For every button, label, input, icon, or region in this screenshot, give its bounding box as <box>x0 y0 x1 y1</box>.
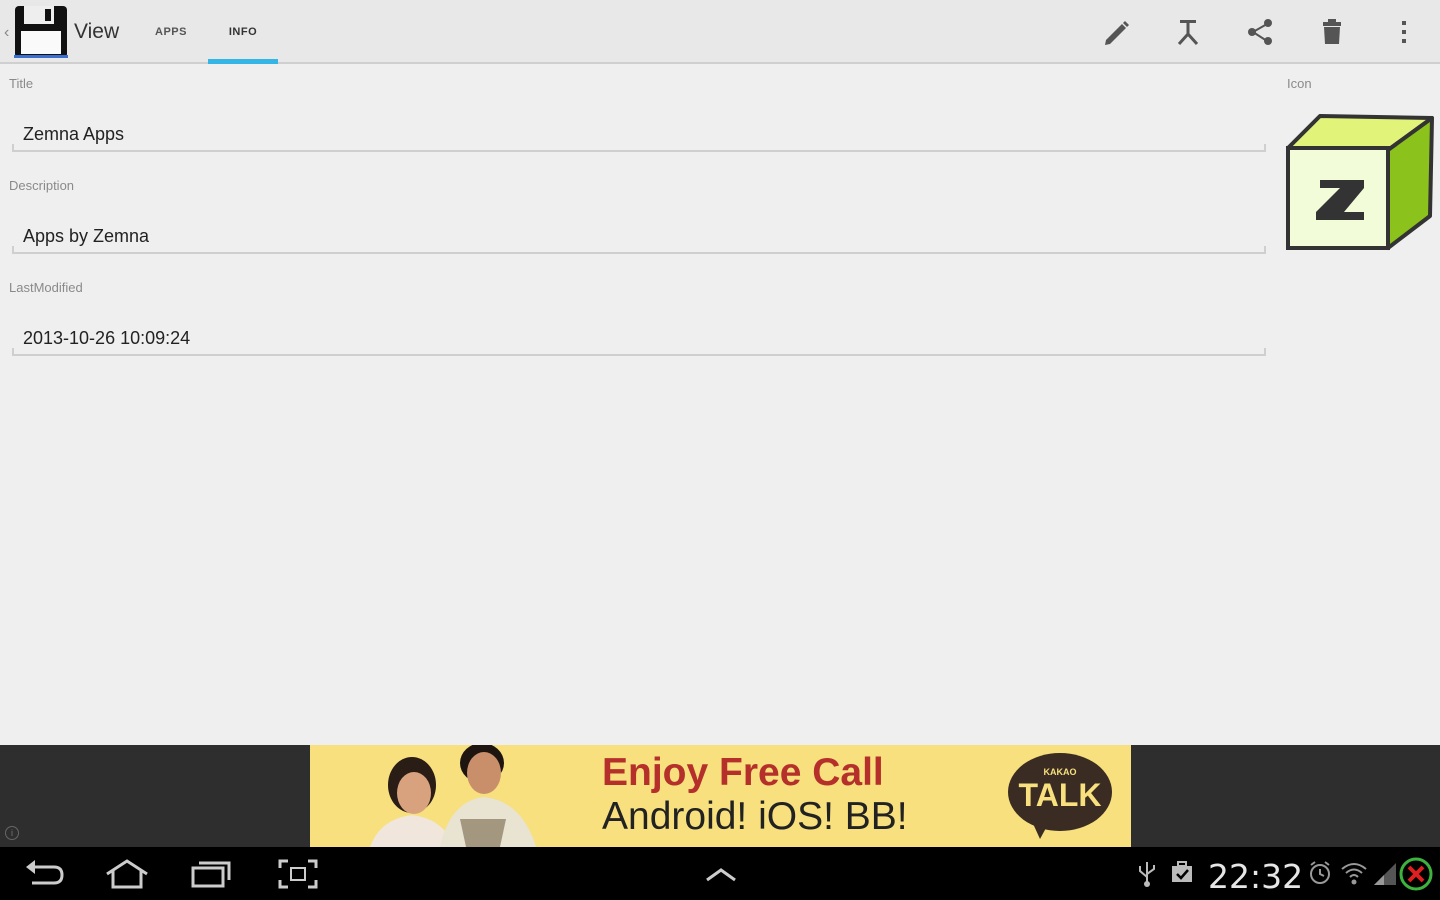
usb-icon <box>1139 862 1155 887</box>
overflow-menu-button[interactable] <box>1386 14 1422 50</box>
share-icon <box>1248 19 1272 45</box>
status-clock: 22:32 <box>1208 857 1304 896</box>
screen-title: View <box>74 20 120 43</box>
no-sim-icon <box>1399 857 1433 891</box>
description-field[interactable]: Apps by Zemna <box>12 214 1266 254</box>
share-button[interactable] <box>1242 14 1278 50</box>
pin-icon <box>1177 20 1199 46</box>
screenshot-icon <box>278 859 318 889</box>
tab-apps[interactable]: APPS <box>140 0 202 64</box>
description-label: Description <box>9 178 75 193</box>
overflow-icon <box>1402 21 1406 43</box>
recent-apps-icon <box>191 861 231 888</box>
system-bar: 22:32 <box>0 847 1440 900</box>
pin-button[interactable] <box>1170 14 1206 50</box>
last-modified-label: LastModified <box>9 280 83 295</box>
wifi-icon <box>1341 863 1367 885</box>
home-icon <box>106 859 148 889</box>
signal-icon <box>1374 863 1396 885</box>
zemna-cube-icon[interactable] <box>1284 112 1436 254</box>
home-button[interactable] <box>102 855 152 893</box>
up-caret-icon[interactable]: ‹ <box>4 24 9 42</box>
floppy-disk-icon[interactable] <box>14 5 70 59</box>
screenshot-button[interactable] <box>274 855 322 893</box>
expand-icon <box>706 868 736 882</box>
alarm-icon <box>1310 861 1330 884</box>
delete-button[interactable] <box>1314 14 1350 50</box>
delete-icon <box>1323 19 1341 44</box>
last-modified-field[interactable]: 2013-10-26 10:09:24 <box>12 316 1266 356</box>
edit-icon <box>1105 21 1129 45</box>
back-button[interactable] <box>20 855 68 893</box>
ad-headline: Enjoy Free Call <box>602 751 884 794</box>
edit-button[interactable] <box>1098 14 1134 50</box>
ad-info-icon[interactable]: i <box>5 826 19 840</box>
ad-subline: Android! iOS! BB! <box>602 795 908 838</box>
title-label: Title <box>9 76 34 91</box>
tab-info[interactable]: INFO <box>208 0 278 64</box>
ad-people-image <box>350 745 550 847</box>
notification-icon <box>1172 861 1192 882</box>
back-icon <box>26 860 64 885</box>
title-field[interactable]: Zemna Apps <box>12 112 1266 152</box>
action-bar: ‹ View APPS INFO <box>0 0 1440 64</box>
expand-button[interactable] <box>700 855 742 893</box>
recent-apps-button[interactable] <box>188 855 234 893</box>
kakaotalk-logo: KAKAO TALK <box>1008 753 1112 843</box>
ad-banner[interactable]: Enjoy Free Call Android! iOS! BB! KAKAO … <box>310 745 1131 847</box>
icon-label: Icon <box>1287 76 1312 91</box>
